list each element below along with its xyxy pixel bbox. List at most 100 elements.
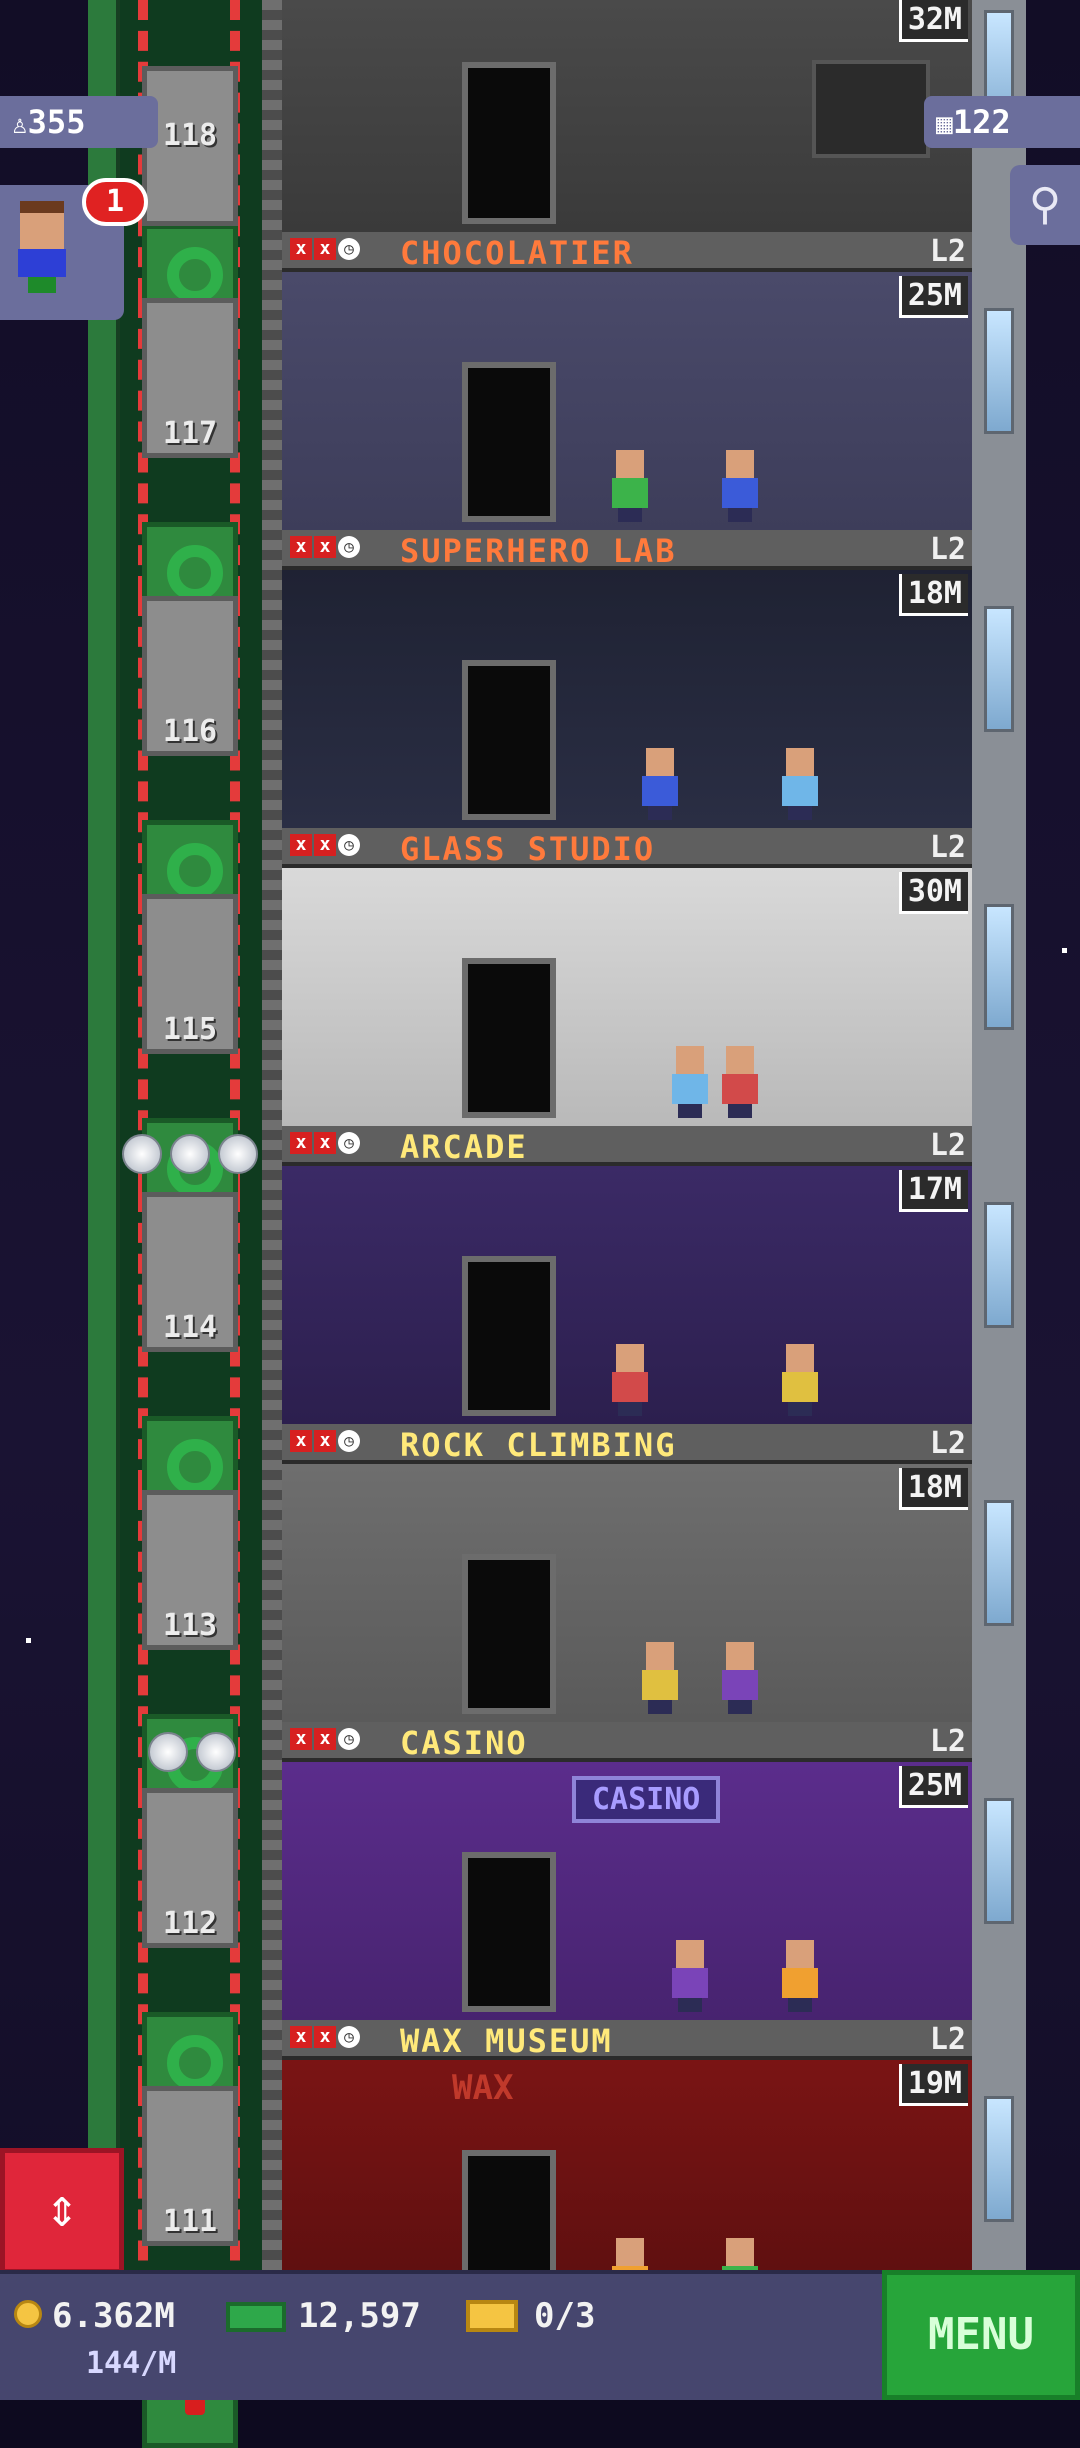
tower-window [984,1500,1014,1626]
x-icon: x [290,536,312,558]
bitizen[interactable] [642,1642,678,1714]
bitizen[interactable] [612,1344,648,1416]
population-counter[interactable]: ♙355 [0,96,158,148]
wreath-icon [167,247,223,303]
floor-price: 30M [898,872,968,914]
bitizen[interactable] [722,1046,758,1118]
silver-star-icon [196,1732,236,1772]
floor-price: 25M [898,1766,968,1808]
floor-price: 19M [898,2064,968,2106]
room-door [462,1852,556,2012]
population-value: 355 [27,103,86,141]
bitizen[interactable] [782,748,818,820]
floor-level: L2 [929,830,966,865]
bitizen[interactable] [672,1940,708,2012]
floor-level: L2 [929,1426,966,1461]
floor-level: L2 [929,234,966,269]
floor-arcade[interactable]: x x ◷ ARCADE L2 17M [282,1126,972,1424]
room-door [462,62,556,224]
floor-price: 17M [898,1170,968,1212]
tickets-value: 0/3 [534,2296,596,2336]
clock-icon: ◷ [338,1728,360,1750]
floor-rock-climbing[interactable]: x x ◷ ROCK CLIMBING L2 18M [282,1424,972,1722]
magnifier-icon[interactable]: ⚲ [1010,165,1080,245]
floor-name: GLASS STUDIO [400,830,656,868]
partial-floor-top[interactable]: 32M [282,0,972,232]
tower-window [984,904,1014,1030]
room-door [462,660,556,820]
bux-icon [226,2302,286,2332]
x-icon: x [314,1728,336,1750]
elevator-floor-number: 115 [162,1012,218,1047]
star [26,1638,31,1643]
floor-casino[interactable]: x x ◷ CASINO L2 CASINO 25M [282,1722,972,2020]
shaft-left-rail [88,0,120,2400]
bitizen[interactable] [612,450,648,522]
status-icons: x x ◷ [290,1728,360,1750]
wreath-icon [167,2035,223,2091]
clock-icon: ◷ [338,834,360,856]
clock-icon: ◷ [338,536,360,558]
x-icon: x [314,2026,336,2048]
bitizen[interactable] [782,1344,818,1416]
bitizen[interactable] [782,1940,818,2012]
coins-value: 6.362M [52,2296,175,2336]
status-icons: x x ◷ [290,834,360,856]
notification-badge: 1 [82,178,148,226]
elevator-floor-number: 111 [162,2204,218,2239]
room-door [462,958,556,1118]
room-interior [282,570,972,828]
bitizen[interactable] [672,1046,708,1118]
floor-header: x x ◷ ROCK CLIMBING L2 [282,1424,972,1464]
room-door [462,1554,556,1714]
wax-sign: WAX [452,2068,514,2108]
floor-name: CASINO [400,1724,528,1762]
room-interior [282,0,972,232]
bitizen[interactable] [722,450,758,522]
floor-superhero-lab[interactable]: x x ◷ SUPERHERO LAB L2 18M [282,530,972,828]
floor-level: L2 [929,2022,966,2057]
casino-sign: CASINO [572,1776,721,1823]
floor-name: ROCK CLIMBING [400,1426,677,1464]
elevator-floor-number: 113 [162,1608,218,1643]
wreath-icon [167,1439,223,1495]
bitizen[interactable] [642,748,678,820]
floor-name: WAX MUSEUM [400,2022,613,2060]
floors-counter[interactable]: ▦122 [924,96,1080,148]
tower-window [984,1798,1014,1924]
bitizen[interactable] [722,1642,758,1714]
bux-value: 12,597 [298,2296,421,2336]
floor-name: ARCADE [400,1128,528,1166]
silver-star-icon [170,1134,210,1174]
tower-window [984,308,1014,434]
clock-icon: ◷ [338,1132,360,1154]
avatar-head [20,209,64,249]
floor-glass-studio[interactable]: x x ◷ GLASS STUDIO L2 30M [282,828,972,1126]
floor-price: 18M [898,574,968,616]
status-icons: x x ◷ [290,1132,360,1154]
room-interior [282,1166,972,1424]
menu-button[interactable]: MENU [882,2270,1080,2400]
clock-icon: ◷ [338,2026,360,2048]
floor-name: CHOCOLATIER [400,234,634,272]
floor-header: x x ◷ ARCADE L2 [282,1126,972,1166]
x-icon: x [314,1430,336,1452]
floors-value: 122 [952,103,1011,141]
wreath-icon [167,843,223,899]
floor-header: x x ◷ CASINO L2 [282,1722,972,1762]
floor-level: L2 [929,532,966,567]
golden-ticket-icon [466,2300,518,2332]
income-rate: 144/M [86,2346,177,2381]
up-down-arrows-icon[interactable]: ⇕ [0,2148,124,2274]
silver-star-icon [218,1134,258,1174]
status-icons: x x ◷ [290,1430,360,1452]
elevator-floor-number: 114 [162,1310,218,1345]
floor-chocolatier[interactable]: x x ◷ CHOCOLATIER L2 25M [282,232,972,530]
x-icon: x [290,238,312,260]
avatar-shirt [18,249,66,277]
shaft-right-rail [262,0,282,2400]
floor-price: 25M [898,276,968,318]
floor-header: x x ◷ SUPERHERO LAB L2 [282,530,972,570]
room-door [462,362,556,522]
clock-icon: ◷ [338,238,360,260]
